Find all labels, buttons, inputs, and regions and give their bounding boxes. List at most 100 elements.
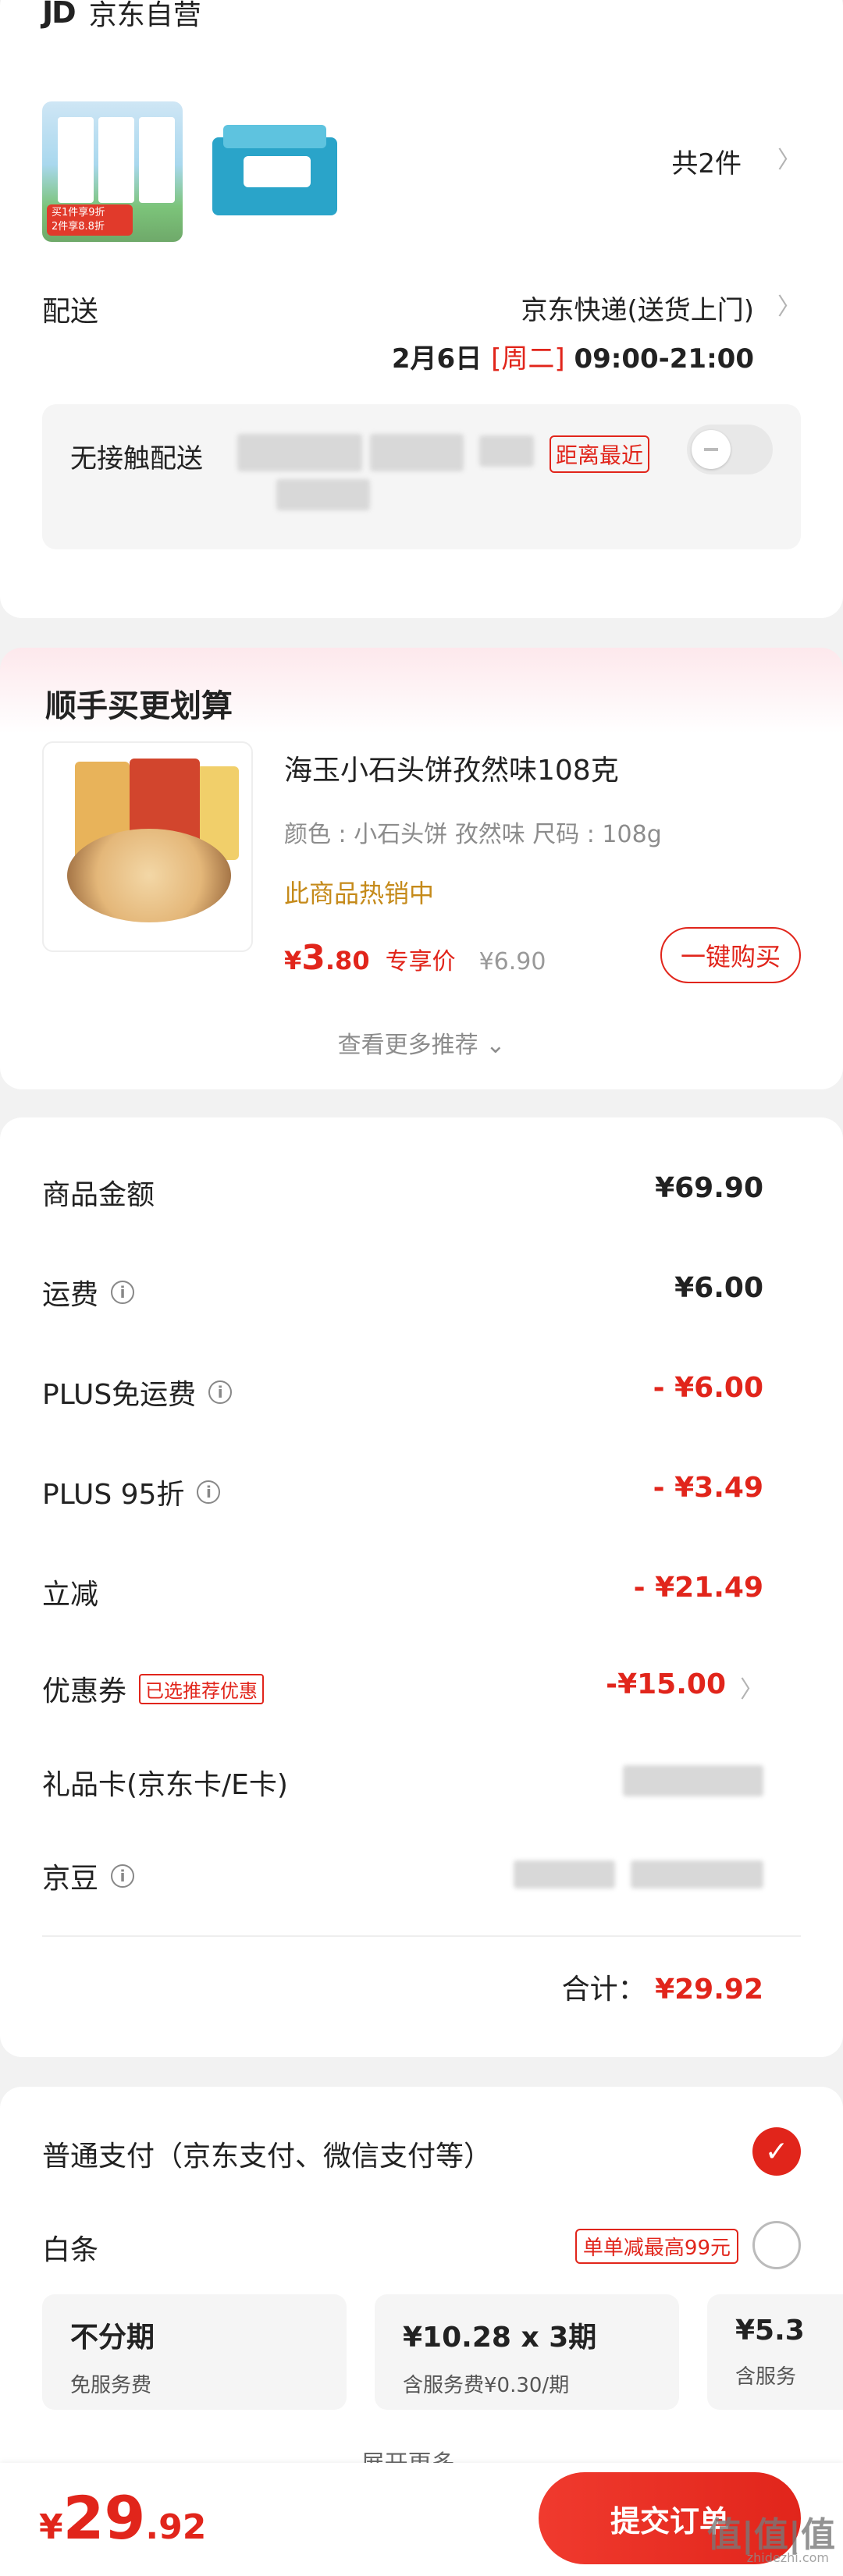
baitiao-promo-tag: 单单减最高99元 — [574, 2229, 738, 2264]
blurred-value — [623, 1765, 763, 1796]
freight-value: ¥6.00 — [674, 1272, 763, 1304]
installment-sub: 免服务费 — [70, 2374, 152, 2397]
installment-sub: 含服务 — [735, 2365, 797, 2389]
goods-amount-value: ¥69.90 — [655, 1172, 763, 1204]
one-click-buy-button[interactable]: 一键购买 — [660, 927, 801, 983]
info-icon[interactable]: i — [208, 1380, 233, 1404]
original-price: ¥6.90 — [478, 948, 546, 975]
freight-label: 运费 — [42, 1279, 99, 1311]
order-card: JD 京东自营 买1件享9折 2件享8.8折 共2件 〉 配送 京东快递(送货上… — [0, 0, 843, 618]
exclusive-price-label: 专享价 — [385, 948, 456, 975]
instant-discount-row: 立减 - ¥21.49 — [42, 1572, 763, 1611]
plus-free-value: - ¥6.00 — [653, 1372, 763, 1404]
plus95-value: - ¥3.49 — [653, 1472, 763, 1504]
plus-95-row: PLUS 95折 i - ¥3.49 — [42, 1472, 763, 1511]
toggle-knob — [692, 430, 731, 469]
installment-option[interactable]: 不分期 免服务费 — [42, 2294, 347, 2410]
addon-product-image[interactable] — [42, 741, 253, 952]
shipping-label: 配送 — [42, 296, 99, 328]
addon-price-row: ¥ 3 .80 专享价 ¥6.90 — [284, 938, 546, 978]
baitiao-radio[interactable] — [752, 2221, 801, 2269]
blurred-address — [479, 435, 534, 467]
blurred-address — [276, 479, 370, 510]
jd-logo: JD — [42, 0, 76, 30]
total-value: ¥29.92 — [655, 1974, 763, 2006]
blurred-address — [370, 434, 464, 471]
contactless-toggle[interactable] — [687, 425, 773, 474]
snack-plate — [67, 829, 231, 922]
product-thumbnail-giftbox[interactable] — [212, 125, 337, 219]
more-recommendations-link[interactable]: 查看更多推荐 ⌄ — [0, 1025, 843, 1060]
price-decimal: .80 — [325, 946, 370, 975]
baitiao-label[interactable]: 白条 — [42, 2227, 98, 2268]
item-count[interactable]: 共2件 — [671, 142, 742, 180]
installment-title: 不分期 — [70, 2322, 155, 2354]
final-price: ¥ 29 .92 — [39, 2483, 206, 2553]
jingdou-row[interactable]: 京豆 i — [42, 1856, 763, 1895]
normal-payment-label[interactable]: 普通支付（京东支付、微信支付等） — [42, 2134, 492, 2174]
milk-carton-1 — [58, 117, 94, 203]
freight-row: 运费 i ¥6.00 — [42, 1272, 763, 1311]
goods-amount-label: 商品金额 — [42, 1179, 155, 1211]
installment-title: ¥10.28 x 3期 — [403, 2322, 597, 2354]
divider — [42, 1935, 801, 1937]
installment-option[interactable]: ¥10.28 x 3期 含服务费¥0.30/期 — [375, 2294, 679, 2410]
info-icon[interactable]: i — [111, 1864, 135, 1888]
shipping-type[interactable]: 京东快递(送货上门) — [521, 289, 754, 327]
plus95-label-wrap: PLUS 95折 i — [42, 1472, 221, 1512]
plus-free-label-wrap: PLUS免运费 i — [42, 1372, 233, 1412]
bottom-bar: ¥ 29 .92 提交订单 值|值|值 zhidezhi.com — [0, 2463, 843, 2576]
coupon-value: -¥15.00 — [606, 1668, 726, 1700]
plus-free-label: PLUS免运费 — [42, 1379, 197, 1411]
blurred-value — [631, 1860, 763, 1888]
nearest-tag: 距离最近 — [550, 435, 650, 473]
promo-tag: 买1件享9折 2件享8.8折 — [47, 204, 133, 236]
chevron-right-icon[interactable]: 〉 — [740, 1670, 763, 1704]
installment-title: ¥5.3 — [735, 2315, 805, 2347]
plus95-label: PLUS 95折 — [42, 1479, 185, 1511]
shipping-weekday: [周二] — [491, 343, 565, 375]
coupon-tag: 已选推荐优惠 — [139, 1673, 265, 1704]
info-icon[interactable]: i — [111, 1281, 135, 1304]
coupon-row[interactable]: 优惠券 已选推荐优惠 -¥15.00 〉 — [42, 1668, 763, 1707]
shipping-time[interactable]: 2月6日 [周二] 09:00-21:00 — [392, 337, 754, 375]
shipping-date: 2月6日 — [391, 343, 482, 375]
milk-carton-2 — [98, 117, 134, 203]
total-row: 合计： ¥29.92 — [562, 1967, 763, 2007]
plus-free-shipping-row: PLUS免运费 i - ¥6.00 — [42, 1372, 763, 1411]
store-name: 京东自营 — [88, 0, 201, 31]
promo-tag-line1: 买1件享9折 — [52, 207, 105, 219]
coupon-label: 优惠券 — [42, 1675, 127, 1707]
info-icon[interactable]: i — [197, 1480, 221, 1504]
gift-card-row[interactable]: 礼品卡(京东卡/E卡) — [42, 1762, 763, 1801]
watermark-url: zhidezhi.com — [746, 2550, 829, 2565]
addon-title: 顺手买更划算 — [45, 688, 233, 724]
chevron-right-icon[interactable]: 〉 — [777, 140, 801, 175]
installment-option[interactable]: ¥5.3 含服务 — [707, 2294, 843, 2410]
price-symbol: ¥ — [284, 946, 302, 975]
store-header: JD 京东自营 — [42, 0, 201, 33]
gift-card-label: 礼品卡(京东卡/E卡) — [42, 1769, 288, 1801]
milk-carton-3 — [139, 117, 175, 203]
instant-discount-label: 立减 — [42, 1579, 99, 1611]
giftbox-label — [244, 156, 311, 187]
chevron-right-icon[interactable]: 〉 — [777, 287, 801, 322]
final-price-symbol: ¥ — [39, 2507, 63, 2547]
jingdou-label: 京豆 — [42, 1863, 99, 1895]
price-summary-card: 商品金额 ¥69.90 运费 i ¥6.00 PLUS免运费 i - ¥6.00 P… — [0, 1117, 843, 2057]
final-price-decimal: .92 — [145, 2507, 207, 2547]
contactless-label: 无接触配送 — [70, 443, 203, 474]
checkmark-icon[interactable]: ✓ — [752, 2127, 801, 2176]
blurred-value — [514, 1860, 615, 1888]
shipping-hours: 09:00-21:00 — [574, 343, 754, 375]
instant-discount-value: - ¥21.49 — [633, 1572, 763, 1604]
jingdou-label-wrap: 京豆 i — [42, 1856, 135, 1896]
payment-card: 普通支付（京东支付、微信支付等） ✓ 白条 单单减最高99元 不分期 免服务费 … — [0, 2087, 843, 2493]
total-label: 合计： — [561, 1974, 646, 2006]
blurred-address — [237, 434, 362, 471]
promo-tag-line2: 2件享8.8折 — [52, 221, 105, 233]
installment-sub: 含服务费¥0.30/期 — [403, 2374, 570, 2397]
product-thumbnail-milk[interactable]: 买1件享9折 2件享8.8折 — [42, 101, 183, 242]
addon-product-name[interactable]: 海玉小石头饼孜然味108克 — [284, 748, 619, 788]
final-price-integer: 29 — [62, 2483, 146, 2553]
